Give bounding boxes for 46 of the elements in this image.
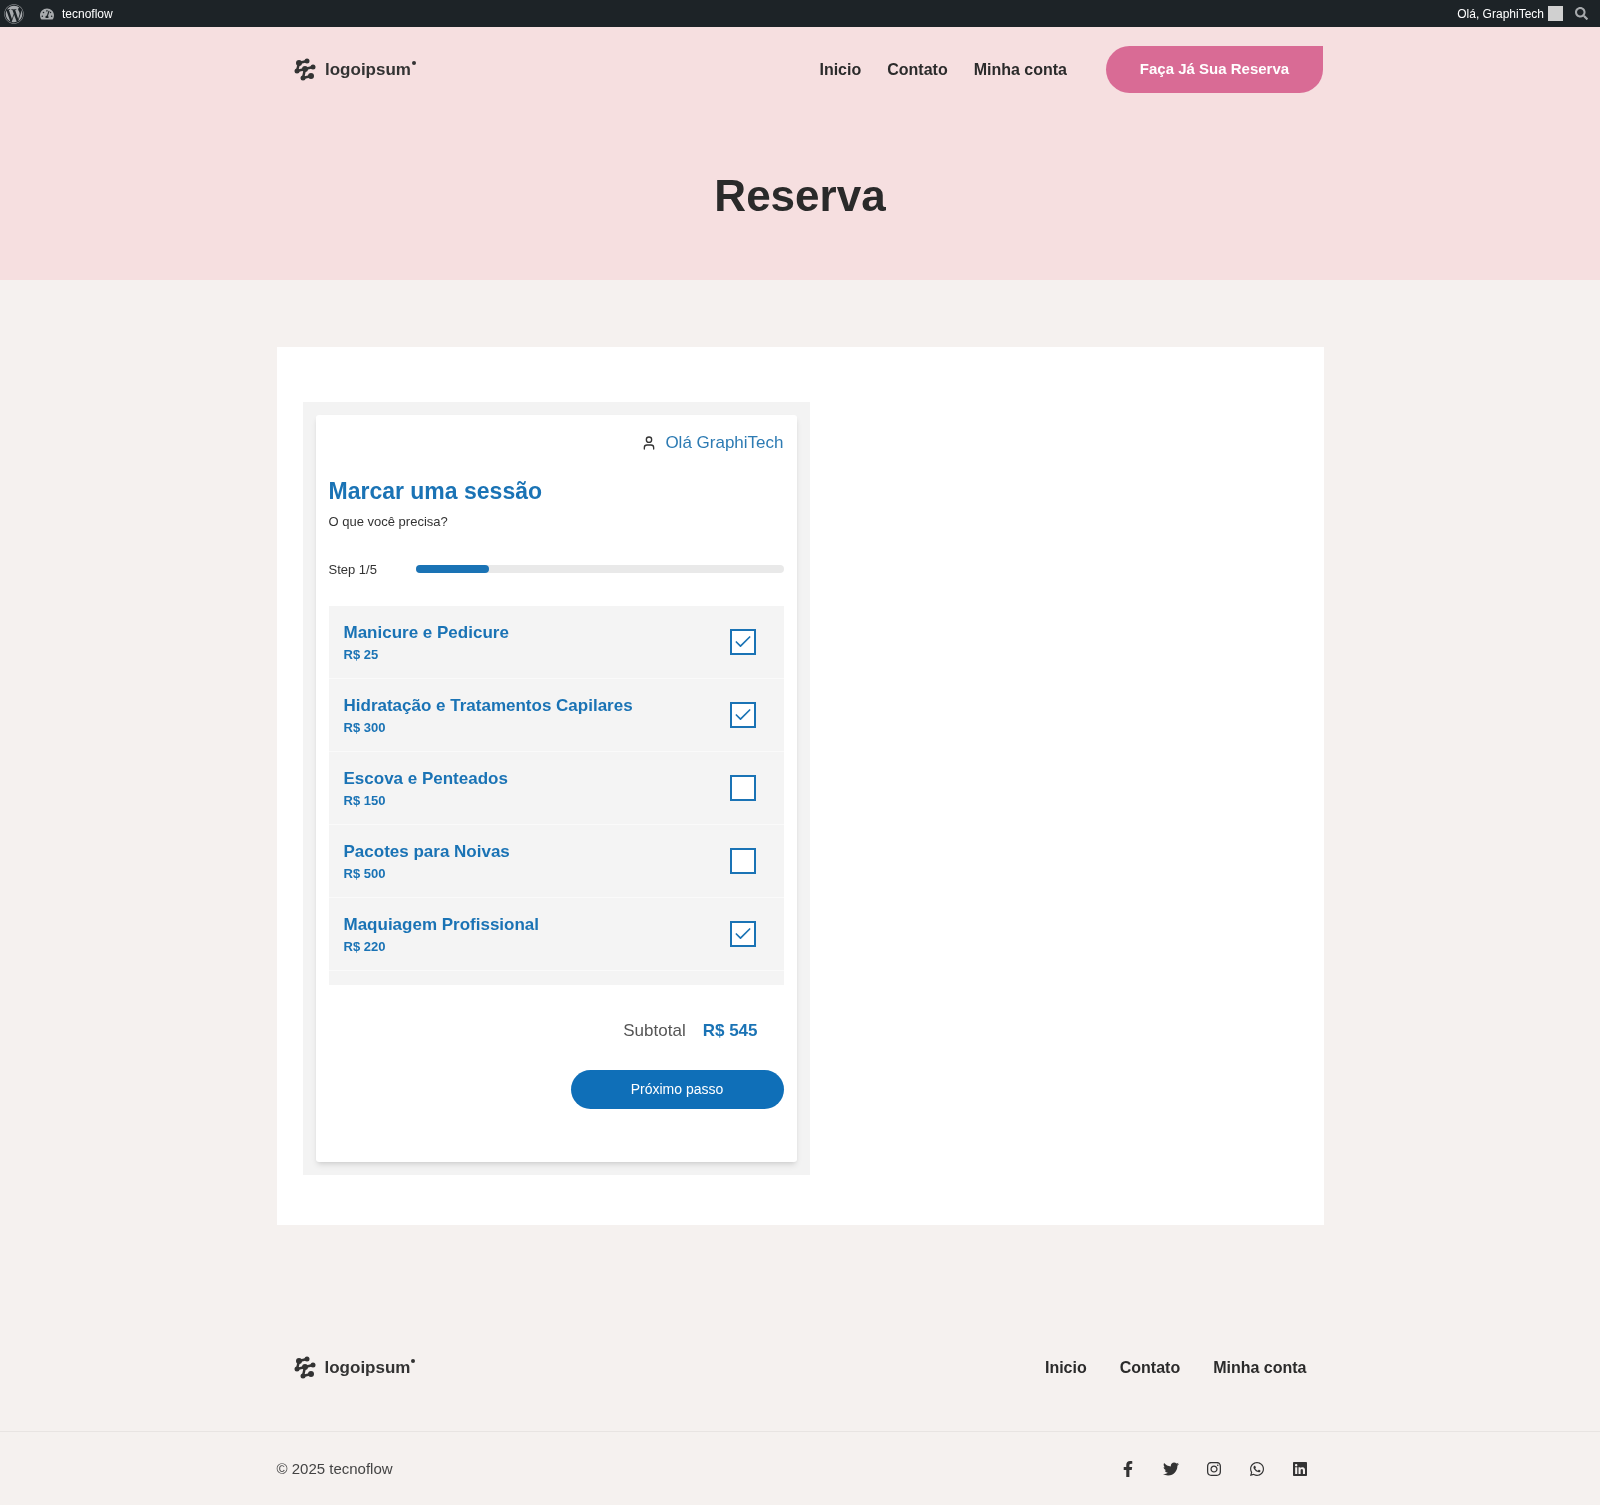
service-price: R$ 220 [343, 938, 387, 956]
footer-link[interactable]: Inicio [1044, 1355, 1087, 1380]
service-checkbox[interactable] [729, 702, 756, 728]
service-name: Pacotes para Noivas [343, 840, 510, 863]
service-checkbox[interactable] [729, 921, 756, 947]
account-link[interactable]: Olá, GraphiTech [1457, 4, 1544, 23]
instagram-icon[interactable] [1205, 1460, 1222, 1477]
nav-link[interactable]: Minha conta [973, 57, 1067, 82]
whatsapp-icon[interactable] [1248, 1460, 1265, 1477]
dashboard-icon[interactable] [40, 6, 54, 21]
service-price: R$ 300 [343, 719, 387, 737]
nav-link[interactable]: Inicio [819, 57, 862, 82]
next-step-button[interactable]: Próximo passo [570, 1069, 784, 1109]
service-checkbox[interactable] [729, 848, 756, 874]
service-price: R$ 150 [343, 792, 387, 810]
service-name: Maquiagem Profissional [343, 913, 540, 936]
step-label: Step 1/5 [328, 560, 378, 579]
service-price: R$ 500 [343, 865, 387, 883]
linkedin-icon[interactable] [1291, 1460, 1308, 1477]
page-title: Reserva [714, 170, 886, 222]
subtotal-label: Subtotal [623, 1020, 686, 1042]
nav-link[interactable]: Contato [887, 57, 948, 82]
avatar-icon [1548, 6, 1563, 21]
footer-link[interactable]: Contato [1119, 1355, 1181, 1380]
site-link[interactable]: tecnoflow [62, 4, 113, 23]
service-name: Manicure e Pedicure [343, 621, 509, 644]
logo-icon [293, 57, 317, 82]
logo-text: logoipsum [324, 1357, 411, 1379]
logo-text: logoipsum [325, 58, 411, 81]
service-checkbox[interactable] [729, 629, 756, 655]
booking-title: Marcar uma sessão [328, 476, 543, 506]
booking-subtitle: O que você precisa? [328, 513, 449, 531]
user-greeting[interactable]: Olá GraphiTech [665, 430, 784, 456]
wordpress-icon[interactable] [4, 3, 24, 24]
service-name: Hidratação e Tratamentos Capilares [343, 694, 633, 717]
search-icon[interactable] [1575, 7, 1588, 20]
subtotal-value: R$ 545 [702, 1020, 758, 1042]
twitter-icon[interactable] [1162, 1460, 1179, 1477]
registered-mark-icon [411, 60, 416, 65]
copyright-text: © 2025 tecnoflow [276, 1458, 393, 1479]
logo-icon [292, 1355, 317, 1380]
service-price: R$ 25 [343, 646, 380, 664]
service-checkbox[interactable] [729, 775, 756, 801]
footer-link[interactable]: Minha conta [1213, 1355, 1307, 1380]
registered-mark-icon [411, 1359, 416, 1363]
service-name: Escova e Penteados [343, 767, 508, 790]
